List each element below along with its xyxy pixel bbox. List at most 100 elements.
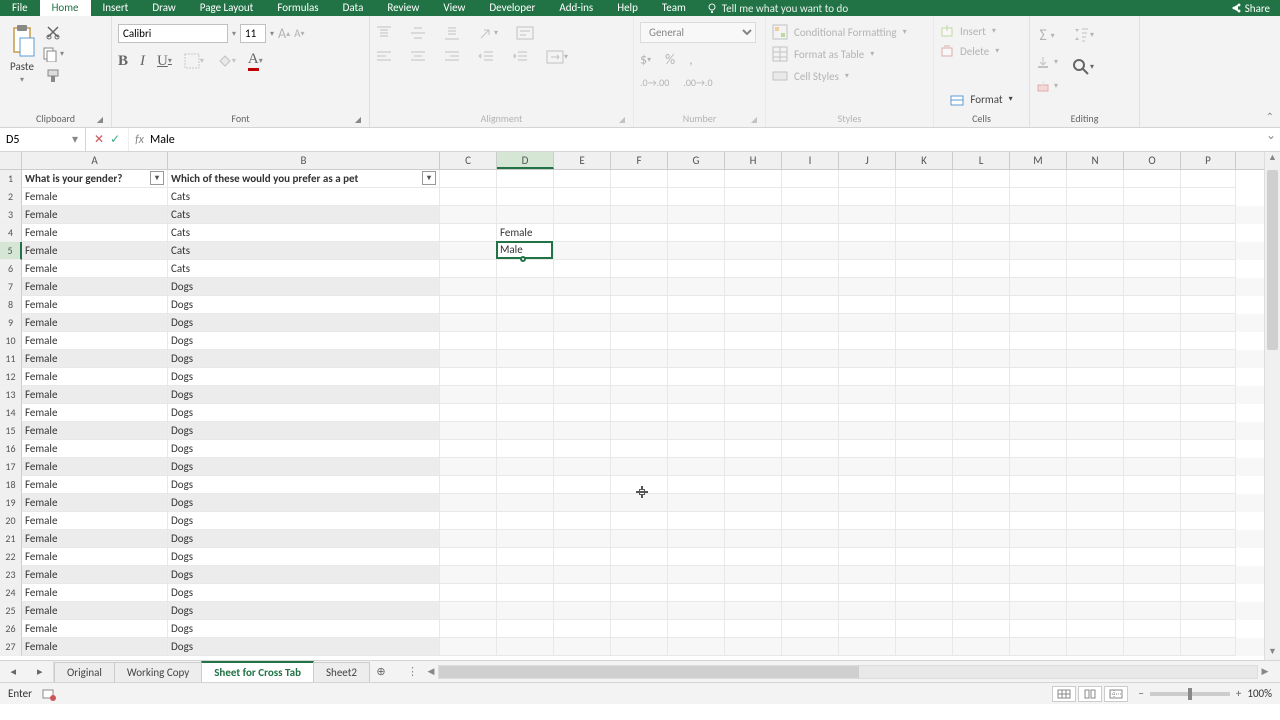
- cell[interactable]: [782, 566, 839, 584]
- cell[interactable]: Dogs: [168, 512, 440, 530]
- cell[interactable]: [839, 440, 896, 458]
- cell[interactable]: [782, 188, 839, 206]
- cell[interactable]: Cats: [168, 260, 440, 278]
- cell[interactable]: [611, 188, 668, 206]
- col-header-b[interactable]: B: [168, 152, 440, 169]
- cell[interactable]: [440, 422, 497, 440]
- cell[interactable]: [896, 260, 953, 278]
- cell[interactable]: [440, 458, 497, 476]
- cell[interactable]: [554, 404, 611, 422]
- cell[interactable]: [896, 602, 953, 620]
- cell[interactable]: [497, 422, 554, 440]
- cell[interactable]: [440, 350, 497, 368]
- cell[interactable]: [839, 260, 896, 278]
- cell[interactable]: [839, 494, 896, 512]
- cell[interactable]: [839, 422, 896, 440]
- shrink-font-button[interactable]: A▾: [294, 27, 304, 40]
- hscroll-left[interactable]: ◀: [424, 666, 438, 677]
- cell[interactable]: [782, 350, 839, 368]
- zoom-in-button[interactable]: +: [1236, 687, 1241, 700]
- cell[interactable]: [1181, 602, 1236, 620]
- cell[interactable]: [497, 296, 554, 314]
- cell[interactable]: [725, 512, 782, 530]
- cell[interactable]: [896, 368, 953, 386]
- name-box-dropdown[interactable]: ▾: [68, 132, 82, 147]
- fill-color-button[interactable]: ▾: [216, 53, 236, 69]
- zoom-level[interactable]: 100%: [1247, 687, 1272, 700]
- hscroll-thumb[interactable]: [439, 666, 859, 678]
- cell[interactable]: [896, 242, 953, 260]
- format-cells-button[interactable]: Format▾: [940, 92, 1023, 110]
- cell[interactable]: [953, 296, 1010, 314]
- row-header-7[interactable]: 7: [0, 278, 22, 296]
- cell[interactable]: [725, 278, 782, 296]
- cell[interactable]: [953, 206, 1010, 224]
- cell[interactable]: [611, 296, 668, 314]
- cell[interactable]: [440, 602, 497, 620]
- cell[interactable]: [839, 350, 896, 368]
- cell[interactable]: [839, 638, 896, 656]
- tab-home[interactable]: Home: [40, 0, 91, 16]
- cell[interactable]: [1067, 530, 1124, 548]
- cell[interactable]: [896, 530, 953, 548]
- cell[interactable]: Dogs: [168, 476, 440, 494]
- cell[interactable]: [839, 242, 896, 260]
- cell[interactable]: Female: [22, 350, 168, 368]
- cell[interactable]: [782, 206, 839, 224]
- cell[interactable]: [953, 494, 1010, 512]
- cell[interactable]: [839, 368, 896, 386]
- cell[interactable]: [782, 422, 839, 440]
- cell[interactable]: [725, 206, 782, 224]
- cell[interactable]: [440, 476, 497, 494]
- cell[interactable]: [440, 332, 497, 350]
- copy-button[interactable]: ▾: [42, 46, 64, 62]
- increase-decimal-button[interactable]: .0→.00: [640, 76, 669, 89]
- cell[interactable]: Female: [22, 224, 168, 242]
- row-header-20[interactable]: 20: [0, 512, 22, 530]
- cell[interactable]: Dogs: [168, 530, 440, 548]
- cell[interactable]: [554, 512, 611, 530]
- cell[interactable]: [1010, 458, 1067, 476]
- cell[interactable]: Female: [22, 242, 168, 260]
- cell[interactable]: [554, 368, 611, 386]
- cell[interactable]: [725, 458, 782, 476]
- insert-cells-button[interactable]: Insert▾: [940, 24, 996, 38]
- cell[interactable]: [668, 404, 725, 422]
- cell[interactable]: [668, 476, 725, 494]
- cell[interactable]: [725, 566, 782, 584]
- cell[interactable]: [1067, 296, 1124, 314]
- cell[interactable]: [611, 512, 668, 530]
- cell[interactable]: [1067, 314, 1124, 332]
- cell[interactable]: [668, 638, 725, 656]
- cell[interactable]: [611, 548, 668, 566]
- cell[interactable]: [668, 296, 725, 314]
- cell[interactable]: [782, 602, 839, 620]
- cell[interactable]: [1124, 494, 1181, 512]
- row-header-15[interactable]: 15: [0, 422, 22, 440]
- sheet-nav-next[interactable]: ▸: [37, 665, 43, 678]
- cell[interactable]: Female: [22, 512, 168, 530]
- cell[interactable]: [1181, 260, 1236, 278]
- cell[interactable]: [839, 386, 896, 404]
- filter-button-a[interactable]: ▾: [150, 171, 164, 185]
- cell[interactable]: [668, 188, 725, 206]
- row-header-12[interactable]: 12: [0, 368, 22, 386]
- cell[interactable]: [1010, 494, 1067, 512]
- cell[interactable]: [953, 584, 1010, 602]
- cell[interactable]: [440, 404, 497, 422]
- cell[interactable]: [725, 440, 782, 458]
- cell[interactable]: [1124, 188, 1181, 206]
- cell[interactable]: [725, 224, 782, 242]
- cell[interactable]: [1010, 242, 1067, 260]
- cell[interactable]: [896, 566, 953, 584]
- cell[interactable]: [725, 404, 782, 422]
- cell[interactable]: [1181, 548, 1236, 566]
- cell[interactable]: [440, 242, 497, 260]
- sheet-tab-original[interactable]: Original: [54, 662, 115, 682]
- cell[interactable]: [611, 638, 668, 656]
- cell[interactable]: Dogs: [168, 350, 440, 368]
- cell[interactable]: [1067, 188, 1124, 206]
- decrease-decimal-button[interactable]: .00→.0: [683, 76, 712, 89]
- cell[interactable]: [1181, 458, 1236, 476]
- tell-me-input[interactable]: Tell me what you want to do: [706, 2, 848, 15]
